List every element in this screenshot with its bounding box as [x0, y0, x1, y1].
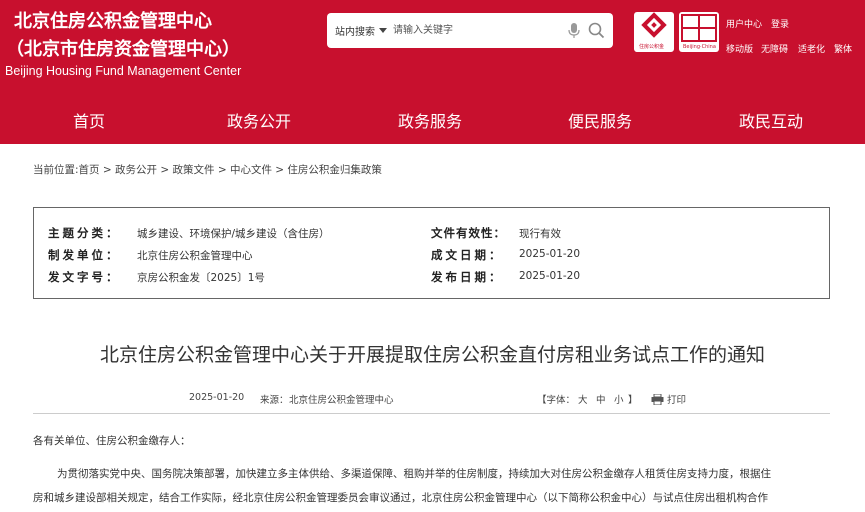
search-scope-select[interactable]: 站内搜索 — [335, 23, 375, 38]
created-date-value: 2025-01-20 — [519, 248, 581, 260]
topic-value: 城乡建设、环境保护/城乡建设（含住房） — [137, 228, 330, 240]
nav-item-government-services[interactable]: 政务服务 — [398, 108, 462, 132]
font-size-label: 【字体： — [537, 395, 576, 406]
site-title-alt[interactable]: （北京市住房资金管理中心） — [6, 35, 240, 61]
topic-label: 主题分类： — [48, 226, 121, 240]
article-paragraph-line: 为贯彻落实党中央、国务院决策部署，加快建立多主体供给、多渠道保障、租购并举的住房… — [57, 468, 771, 480]
article-date: 2025-01-20 — [189, 392, 245, 403]
created-date-label: 成文日期： — [431, 248, 504, 262]
article-title: 北京住房公积金管理中心关于开展提取住房公积金直付房租业务试点工作的通知 — [99, 344, 765, 366]
chevron-down-icon[interactable] — [379, 28, 387, 33]
user-center-link[interactable]: 用户中心 — [726, 17, 762, 30]
site-title-english[interactable]: Beijing Housing Fund Management Center — [5, 64, 241, 78]
font-medium-button[interactable]: 中 — [596, 392, 606, 406]
published-date-value: 2025-01-20 — [519, 270, 581, 282]
issuer-label: 制发单位： — [48, 248, 121, 262]
nav-item-interaction[interactable]: 政民互动 — [739, 108, 803, 132]
site-header: 北京住房公积金管理中心 （北京市住房资金管理中心） Beijing Housin… — [0, 0, 865, 94]
content-area — [0, 144, 865, 512]
breadcrumb[interactable]: 当前位置:首页 > 政务公开 > 政策文件 > 中心文件 > 住房公积金归集政策 — [33, 162, 382, 177]
capital-window-logo[interactable]: Beijing·China — [679, 12, 719, 52]
divider — [33, 413, 830, 414]
capital-window-logo-text: Beijing·China — [683, 44, 716, 50]
font-size-close: 】 — [628, 395, 638, 406]
mobile-version-link[interactable]: 移动版 — [726, 42, 753, 55]
issuer-value: 北京住房公积金管理中心 — [137, 250, 253, 262]
traditional-chinese-link[interactable]: 繁体 — [834, 42, 852, 55]
validity-value: 现行有效 — [519, 228, 561, 240]
article-source-label: 来源： — [260, 395, 289, 406]
login-link[interactable]: 登录 — [771, 17, 789, 30]
article-source-value: 北京住房公积金管理中心 — [289, 395, 394, 406]
article-paragraph-line: 房和城乡建设部相关规定，结合工作实际，经北京住房公积金管理委员会审议通过，北京住… — [33, 492, 768, 504]
article-salutation: 各有关单位、住房公积金缴存人： — [33, 435, 191, 447]
validity-label: 文件有效性： — [431, 226, 506, 240]
housing-fund-logo[interactable]: 住房公积金 — [634, 12, 674, 52]
doc-number-value: 京房公积金发〔2025〕1号 — [137, 272, 265, 284]
nav-item-government-affairs[interactable]: 政务公开 — [227, 108, 291, 132]
doc-number-label: 发文字号： — [48, 270, 121, 284]
printer-icon[interactable] — [651, 394, 664, 405]
search-icon[interactable] — [588, 22, 605, 39]
site-title[interactable]: 北京住房公积金管理中心 — [14, 7, 212, 33]
nav-item-home[interactable]: 首页 — [73, 108, 105, 132]
search-input[interactable] — [393, 21, 553, 39]
published-date-label: 发布日期： — [431, 270, 504, 284]
microphone-icon[interactable] — [568, 23, 580, 39]
font-large-button[interactable]: 大 — [578, 392, 588, 406]
elderly-mode-link[interactable]: 适老化 — [798, 42, 825, 55]
accessibility-link[interactable]: 无障碍 — [761, 42, 788, 55]
housing-fund-logo-text: 住房公积金 — [639, 44, 665, 50]
document-metadata-box: 主题分类： 城乡建设、环境保护/城乡建设（含住房） 制发单位： 北京住房公积金管… — [33, 207, 830, 299]
main-nav: 首页 政务公开 政务服务 便民服务 政民互动 — [0, 94, 865, 144]
print-button[interactable]: 打印 — [667, 392, 686, 406]
nav-item-public-services[interactable]: 便民服务 — [568, 108, 632, 132]
font-small-button[interactable]: 小 — [614, 392, 624, 406]
capital-window-emblem-icon — [681, 14, 717, 42]
